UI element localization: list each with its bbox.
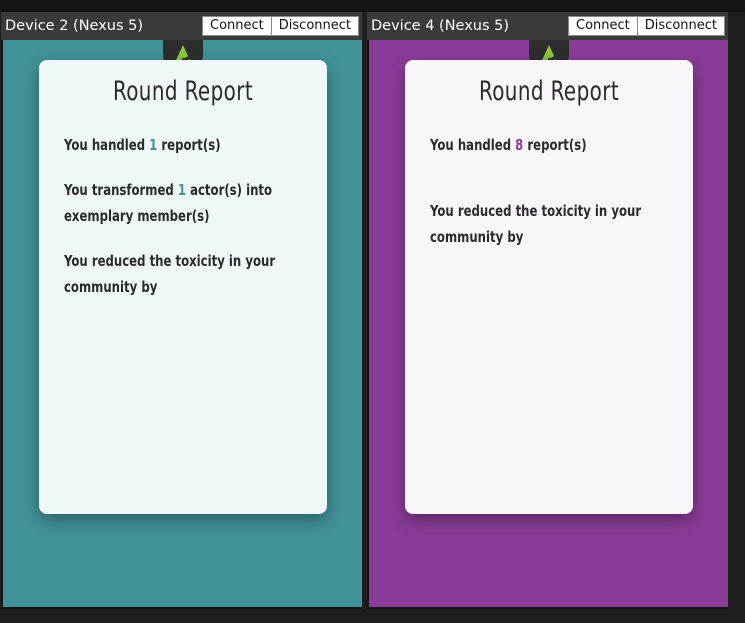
round-report-card: Round Report You handled 1 report(s) You… [39, 60, 327, 514]
toxicity-line-1: You reduced the toxicity in your [64, 252, 276, 270]
toxicity-line-2: community by [64, 278, 158, 296]
handled-line: You handled 1 report(s) [64, 132, 298, 158]
device-titlebar: Device 4 (Nexus 5) Connect Disconnect [367, 12, 728, 40]
device-controls: Connect Disconnect [202, 16, 359, 36]
transformed-line: You transformed 1 actor(s) into exemplar… [64, 177, 298, 229]
card-title: Round Report [478, 76, 620, 107]
toxicity-line-1: You reduced the toxicity in your [430, 202, 642, 220]
toxicity-line: You reduced the toxicity in your communi… [64, 248, 298, 300]
device-controls: Connect Disconnect [568, 16, 725, 36]
connect-button[interactable]: Connect [202, 16, 272, 36]
disconnect-button[interactable]: Disconnect [636, 16, 725, 36]
device-panel-2: Device 2 (Nexus 5) Connect Disconnect Ro… [1, 12, 362, 609]
handled-prefix: You handled [64, 136, 146, 154]
device-screen: Round Report You handled 8 report(s) You… [369, 40, 728, 607]
handled-suffix: report(s) [161, 136, 221, 154]
top-strip [0, 0, 745, 12]
connect-button[interactable]: Connect [568, 16, 638, 36]
toxicity-line-2: community by [430, 228, 524, 246]
handled-line: You handled 8 report(s) [430, 132, 664, 158]
device-title: Device 2 (Nexus 5) [5, 18, 144, 34]
device-title: Device 4 (Nexus 5) [371, 18, 510, 34]
card-title: Round Report [112, 76, 254, 107]
device-screen: Round Report You handled 1 report(s) You… [3, 40, 362, 607]
transformed-suffix-1: actor(s) into [190, 181, 273, 199]
transformed-suffix-2: exemplary member(s) [64, 207, 210, 225]
handled-count: 1 [149, 136, 158, 154]
device-titlebar: Device 2 (Nexus 5) Connect Disconnect [1, 12, 362, 40]
transformed-prefix: You transformed [64, 181, 174, 199]
toxicity-line: You reduced the toxicity in your communi… [430, 198, 664, 250]
handled-count: 8 [515, 136, 524, 154]
device-panel-4: Device 4 (Nexus 5) Connect Disconnect Ro… [367, 12, 728, 609]
bottom-strip [0, 609, 745, 623]
round-report-card: Round Report You handled 8 report(s) You… [405, 60, 693, 514]
transformed-count: 1 [177, 181, 187, 199]
handled-suffix: report(s) [527, 136, 587, 154]
disconnect-button[interactable]: Disconnect [270, 16, 359, 36]
handled-prefix: You handled [430, 136, 512, 154]
